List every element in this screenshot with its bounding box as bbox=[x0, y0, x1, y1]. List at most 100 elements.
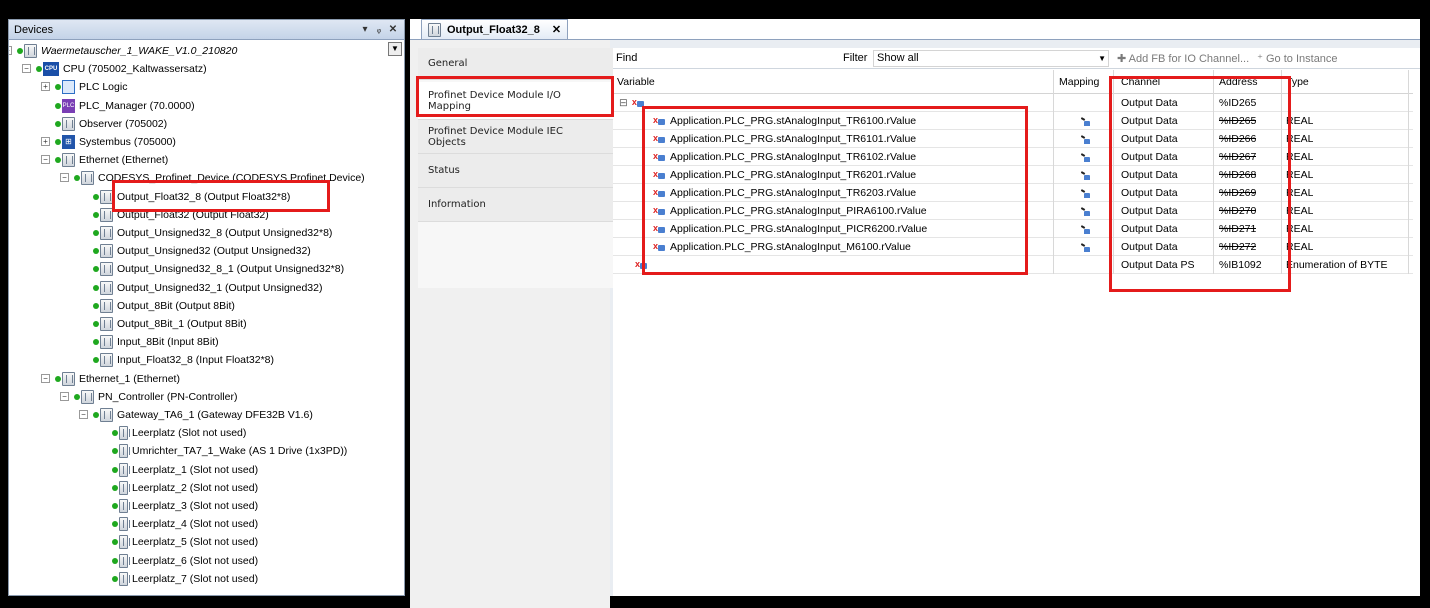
tree-item[interactable]: − Waermetauscher_1_WAKE_V1.0_210820 bbox=[9, 42, 237, 60]
tree-item[interactable]: Output_8Bit (Output 8Bit) bbox=[93, 297, 235, 315]
column-separator[interactable] bbox=[1113, 70, 1114, 274]
plc-logic-icon bbox=[62, 80, 75, 95]
module-icon bbox=[100, 353, 113, 368]
tree-item[interactable]: − PN_Controller (PN-Controller) bbox=[60, 388, 237, 406]
tree-item[interactable]: Output_Unsigned32 (Output Unsigned32) bbox=[93, 242, 311, 260]
grid-rows: ⊟ Output Data %ID265 Application.PLC_PRG.st… bbox=[613, 94, 1413, 274]
tab-output-float32-8[interactable]: Output_Float32_8 ✕ bbox=[421, 19, 569, 39]
tree-item[interactable]: Leerplatz_7 (Slot not used) bbox=[112, 570, 258, 588]
status-dot-icon bbox=[112, 448, 118, 455]
dropdown-icon[interactable]: ▾ bbox=[358, 24, 372, 35]
tab-general[interactable]: General bbox=[418, 48, 613, 80]
tree-item[interactable]: Observer (705002) bbox=[55, 115, 167, 133]
mapping-icon[interactable] bbox=[1081, 170, 1091, 180]
tree-item[interactable]: − Gateway_TA6_1 (Gateway DFE32B V1.6) bbox=[79, 406, 313, 424]
tree-item[interactable]: Output_Unsigned32_8 (Output Unsigned32*8… bbox=[93, 224, 332, 242]
tree-item[interactable]: Output_Unsigned32_8_1 (Output Unsigned32… bbox=[93, 260, 344, 278]
tree-item-label: Output_Unsigned32 (Output Unsigned32) bbox=[117, 245, 311, 258]
collapse-icon[interactable]: ⊟ bbox=[619, 97, 628, 109]
column-separator[interactable] bbox=[1408, 70, 1409, 274]
status-dot-icon bbox=[55, 157, 61, 164]
tree-item[interactable]: Leerplatz_5 (Slot not used) bbox=[112, 533, 258, 551]
mapping-icon[interactable] bbox=[1081, 134, 1091, 144]
table-row[interactable]: Application.PLC_PRG.stAnalogInput_PICR62… bbox=[613, 220, 1413, 238]
tree-item[interactable]: Leerplatz_4 (Slot not used) bbox=[112, 515, 258, 533]
collapse-icon[interactable]: − bbox=[22, 64, 31, 74]
tree-item[interactable]: PLC PLC_Manager (70.0000) bbox=[55, 97, 195, 115]
table-row[interactable]: Application.PLC_PRG.stAnalogInput_TR6100… bbox=[613, 112, 1413, 130]
tree-item[interactable]: Output_Unsigned32_1 (Output Unsigned32) bbox=[93, 279, 322, 297]
table-row[interactable]: Application.PLC_PRG.stAnalogInput_TR6101… bbox=[613, 130, 1413, 148]
tree-item[interactable]: − Ethernet (Ethernet) bbox=[41, 151, 168, 169]
table-row[interactable]: Application.PLC_PRG.stAnalogInput_PIRA61… bbox=[613, 202, 1413, 220]
mapping-icon[interactable] bbox=[1081, 188, 1091, 198]
mapping-icon[interactable] bbox=[1081, 242, 1091, 252]
tree-item[interactable]: Output_Float32_8 (Output Float32*8) bbox=[93, 188, 290, 206]
expand-icon[interactable]: + bbox=[41, 82, 50, 92]
variable-icon bbox=[653, 112, 666, 129]
tree-item[interactable]: + ⊞ Systembus (705000) bbox=[41, 133, 176, 151]
tree-item[interactable]: Leerplatz_3 (Slot not used) bbox=[112, 497, 258, 515]
tree-scroll-button[interactable]: ▼ bbox=[388, 42, 402, 56]
expand-icon[interactable]: + bbox=[41, 137, 50, 146]
module-icon bbox=[62, 116, 75, 131]
collapse-icon[interactable]: − bbox=[60, 173, 69, 183]
tree-item[interactable]: + PLC Logic bbox=[41, 78, 127, 96]
collapse-icon[interactable]: − bbox=[79, 410, 88, 419]
header-mapping[interactable]: Mapping bbox=[1059, 70, 1099, 93]
map-existing-icon bbox=[1081, 136, 1091, 144]
tree-item[interactable]: Leerplatz_2 (Slot not used) bbox=[112, 479, 258, 497]
collapse-icon[interactable]: − bbox=[41, 155, 50, 165]
tree-item[interactable]: Input_8Bit (Input 8Bit) bbox=[93, 333, 219, 351]
table-row[interactable]: Application.PLC_PRG.stAnalogInput_TR6201… bbox=[613, 166, 1413, 184]
tree-item[interactable]: Input_Float32_8 (Input Float32*8) bbox=[93, 351, 274, 369]
pin-icon[interactable]: ᵩ bbox=[372, 24, 386, 35]
status-dot-icon bbox=[112, 466, 118, 473]
module-icon bbox=[81, 171, 94, 186]
tree-item[interactable]: Leerplatz_6 (Slot not used) bbox=[112, 552, 258, 570]
add-fb-button[interactable]: ✚ Add FB for IO Channel... bbox=[1117, 52, 1249, 65]
column-separator[interactable] bbox=[1213, 70, 1214, 274]
goto-instance-button[interactable]: ⁺ Go to Instance bbox=[1257, 52, 1337, 65]
column-separator[interactable] bbox=[1053, 70, 1054, 274]
tree-item-label: Umrichter_TA7_1_Wake (AS 1 Drive (1x3PD)… bbox=[132, 445, 348, 458]
header-address[interactable]: Address bbox=[1219, 70, 1258, 93]
tree-item[interactable]: Leerplatz_1 (Slot not used) bbox=[112, 461, 258, 479]
filter-dropdown[interactable]: Show all ▼ bbox=[873, 49, 1109, 67]
add-icon: ✚ bbox=[1117, 52, 1129, 65]
tab-io-mapping[interactable]: Profinet Device Module I/O Mapping bbox=[418, 82, 613, 120]
header-variable[interactable]: Variable bbox=[617, 70, 655, 93]
table-row[interactable]: Application.PLC_PRG.stAnalogInput_TR6203… bbox=[613, 184, 1413, 202]
find-field[interactable]: Find bbox=[613, 52, 843, 64]
table-row[interactable]: Application.PLC_PRG.stAnalogInput_M6100.… bbox=[613, 238, 1413, 256]
table-row[interactable]: ⊟ Output Data %ID265 bbox=[613, 94, 1413, 112]
close-icon[interactable]: ✕ bbox=[386, 24, 400, 35]
tab-iec-objects[interactable]: Profinet Device Module IEC Objects bbox=[418, 120, 613, 154]
collapse-icon[interactable]: − bbox=[60, 391, 69, 401]
bus-icon: ⊞ bbox=[62, 135, 75, 149]
tree-item[interactable]: Output_8Bit_1 (Output 8Bit) bbox=[93, 315, 247, 333]
mapping-icon[interactable] bbox=[1081, 116, 1091, 126]
header-type[interactable]: Type bbox=[1286, 70, 1309, 93]
tab-status[interactable]: Status bbox=[418, 154, 613, 188]
table-row[interactable]: Output Data PS %IB1092 Enumeration of BYTE bbox=[613, 256, 1413, 274]
group-node: ⊟ bbox=[619, 94, 649, 111]
tree-item[interactable]: Leerplatz (Slot not used) bbox=[112, 424, 246, 442]
status-dot-icon bbox=[93, 412, 99, 418]
tab-information[interactable]: Information bbox=[418, 188, 613, 222]
mapping-icon[interactable] bbox=[1081, 206, 1091, 216]
mapping-icon[interactable] bbox=[1081, 224, 1091, 234]
close-icon[interactable]: ✕ bbox=[552, 23, 561, 36]
table-row[interactable]: Application.PLC_PRG.stAnalogInput_TR6102… bbox=[613, 148, 1413, 166]
collapse-icon[interactable]: − bbox=[41, 373, 50, 383]
tree-item[interactable]: − CPU CPU (705002_Kaltwassersatz) bbox=[22, 60, 207, 78]
tree-item[interactable]: Umrichter_TA7_1_Wake (AS 1 Drive (1x3PD)… bbox=[112, 442, 347, 460]
tree-item[interactable]: Output_Float32 (Output Float32) bbox=[93, 206, 269, 224]
header-channel[interactable]: Channel bbox=[1121, 70, 1160, 93]
tree-item[interactable]: − CODESYS_Profinet_Device (CODESYS Profin… bbox=[60, 169, 365, 187]
map-existing-icon bbox=[1081, 154, 1091, 162]
collapse-icon[interactable]: − bbox=[9, 46, 12, 55]
column-separator[interactable] bbox=[1281, 70, 1282, 274]
tree-item[interactable]: − Ethernet_1 (Ethernet) bbox=[41, 370, 180, 388]
mapping-icon[interactable] bbox=[1081, 152, 1091, 162]
